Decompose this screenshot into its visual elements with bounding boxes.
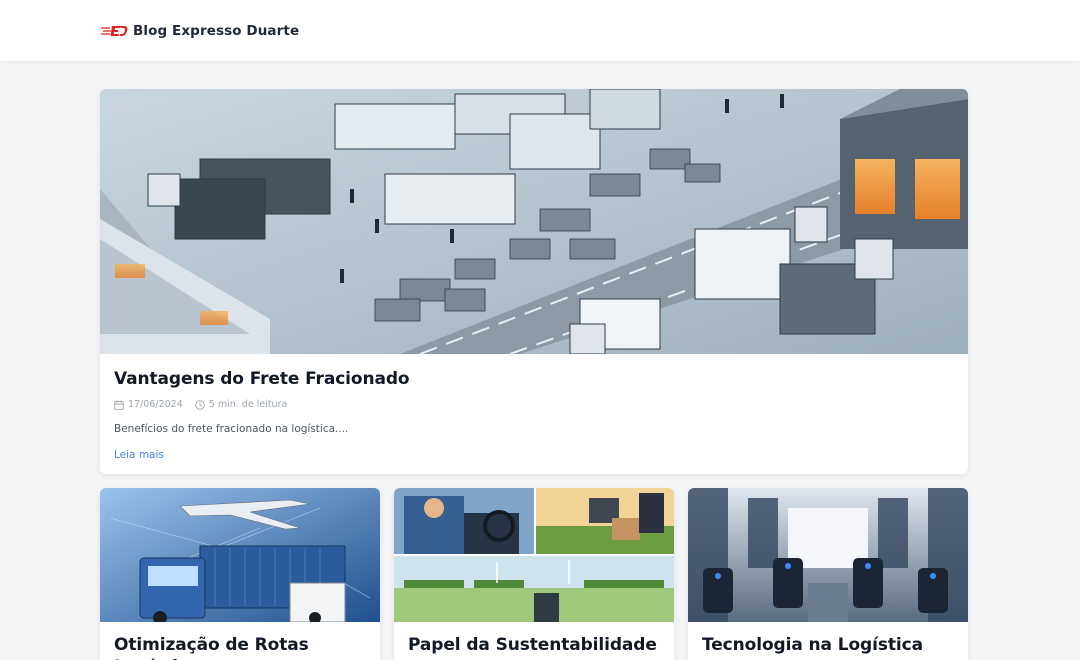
featured-post-title[interactable]: Vantagens do Frete Fracionado (114, 368, 954, 390)
logistics-yard-illustration (100, 89, 968, 354)
featured-post-excerpt: Benefícios do frete fracionado na logíst… (114, 423, 349, 435)
post-card-rotas[interactable]: Otimização de Rotas Logísticas (100, 488, 380, 660)
sustainability-collage-image (394, 488, 674, 622)
post-image-tecnologia[interactable] (688, 488, 968, 622)
post-date-text: 17/06/2024 (128, 399, 183, 410)
post-title-tecnologia[interactable]: Tecnologia na Logística (702, 634, 954, 656)
expresso-duarte-logo-icon (101, 25, 128, 36)
post-card-tecnologia[interactable]: Tecnologia na Logística (688, 488, 968, 660)
post-read-time-text: 5 min. de leitura (208, 399, 288, 410)
brand-link[interactable]: Blog Expresso Duarte (101, 23, 299, 39)
clock-icon (195, 399, 205, 410)
featured-post-image[interactable] (100, 89, 968, 354)
post-date: 17/06/2024 (114, 399, 183, 410)
post-image-rotas[interactable] (100, 488, 380, 622)
post-read-time: 5 min. de leitura (195, 399, 288, 410)
post-card-sustentabilidade[interactable]: Papel da Sustentabilidade na (394, 488, 674, 660)
main-content: Vantagens do Frete Fracionado 17/06/2024 (0, 61, 1080, 660)
post-title-sustentabilidade[interactable]: Papel da Sustentabilidade na (408, 634, 660, 660)
robotic-warehouse-image (688, 488, 968, 622)
post-image-sustentabilidade[interactable] (394, 488, 674, 622)
brand-name: Blog Expresso Duarte (133, 22, 300, 39)
featured-post-meta: 17/06/2024 5 min. de leitura (114, 399, 954, 410)
site-header: Blog Expresso Duarte (0, 0, 1080, 61)
featured-post-card[interactable]: Vantagens do Frete Fracionado 17/06/2024 (100, 89, 968, 474)
read-more-link[interactable]: Leia mais (114, 449, 164, 461)
calendar-icon (114, 400, 124, 410)
post-title-rotas[interactable]: Otimização de Rotas Logísticas (114, 634, 366, 660)
truck-and-plane-network-image (100, 488, 380, 622)
